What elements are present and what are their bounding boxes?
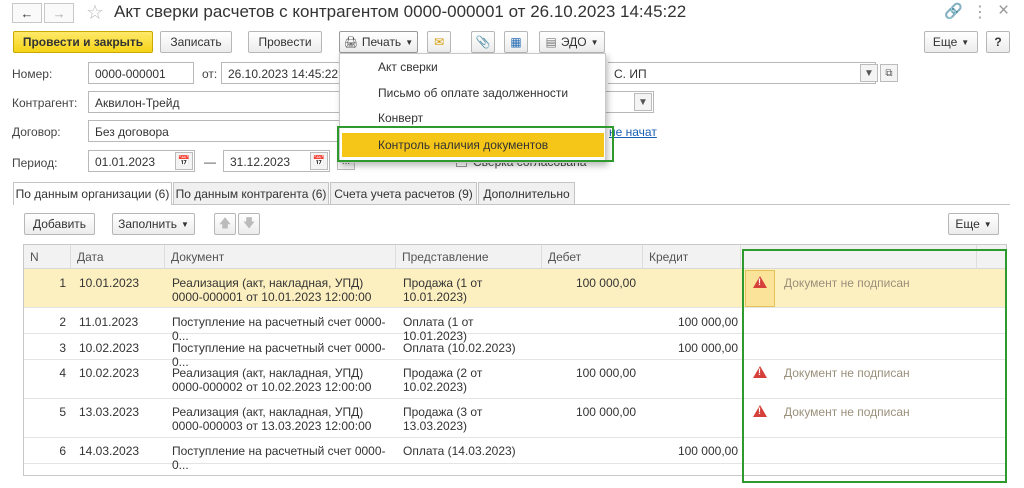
row-date: 14.03.2023 <box>79 444 140 458</box>
organization-field[interactable]: С. ИП <box>608 62 876 84</box>
forward-button[interactable]: → <box>44 3 74 23</box>
fill-label: Заполнить <box>118 217 177 231</box>
move-up-button[interactable]: 🡅 <box>214 213 236 235</box>
highlight-frame-menu <box>337 126 614 162</box>
envelope-icon: ✉ <box>433 35 445 49</box>
row-n: 4 <box>59 366 66 380</box>
table-more-label: Еще <box>955 217 980 231</box>
row-representation: Оплата (14.03.2023) <box>403 444 516 458</box>
row-document: Поступление на расчетный счет 0000-0... <box>172 444 386 472</box>
calendar-icon[interactable]: 📅 <box>175 152 193 170</box>
chevron-down-icon: ▼ <box>405 37 414 47</box>
highlight-frame-status <box>742 249 1007 483</box>
post-and-close-button[interactable]: Провести и закрыть <box>13 31 153 53</box>
row-credit: 100 000,00 <box>677 315 738 329</box>
row-date: 13.03.2023 <box>79 405 140 419</box>
save-button[interactable]: Записать <box>160 31 232 53</box>
row-date: 10.02.2023 <box>79 366 140 380</box>
chevron-down-icon: ▼ <box>961 37 970 47</box>
email-button[interactable]: ✉ <box>427 31 451 53</box>
print-label: Печать <box>361 35 402 49</box>
row-credit: 100 000,00 <box>677 444 738 458</box>
row-credit: 100 000,00 <box>677 341 738 355</box>
col-date[interactable]: Дата <box>71 245 165 269</box>
edo-label: ЭДО <box>560 35 587 49</box>
table-more-button[interactable]: Еще ▼ <box>948 213 999 235</box>
edo-icon: ▤ <box>545 35 557 49</box>
status-link[interactable]: не начат <box>609 125 657 139</box>
row-document: Реализация (акт, накладная, УПД) 0000-00… <box>172 366 372 394</box>
row-date: 10.01.2023 <box>79 276 140 290</box>
period-dash: — <box>204 155 216 169</box>
arrow-up-icon: 🡅 <box>218 215 232 230</box>
row-representation: Продажа (3 от 13.03.2023) <box>403 405 483 433</box>
close-icon[interactable]: × <box>998 0 1009 22</box>
printer-icon: 🖨 <box>343 36 358 49</box>
more-vertical-icon[interactable]: ⋮ <box>972 2 988 22</box>
paperclip-icon: 📎 <box>475 35 491 49</box>
chevron-down-icon: ▼ <box>590 37 599 47</box>
hierarchy-icon: ▦ <box>510 35 522 49</box>
row-representation: Оплата (10.02.2023) <box>403 341 516 355</box>
col-debit[interactable]: Дебет <box>542 245 643 269</box>
counterparty-label: Контрагент: <box>12 96 78 110</box>
back-button[interactable]: ← <box>12 3 42 23</box>
menu-item-payment-letter[interactable]: Письмо об оплате задолженности <box>378 86 568 100</box>
number-field[interactable]: 0000-000001 <box>88 62 194 84</box>
menu-item-act[interactable]: Акт сверки <box>378 60 438 74</box>
help-button[interactable]: ? <box>986 31 1010 53</box>
row-document: Реализация (акт, накладная, УПД) 0000-00… <box>172 276 372 304</box>
add-button[interactable]: Добавить <box>24 213 95 235</box>
date-label: от: <box>202 67 218 81</box>
row-n: 5 <box>59 405 66 419</box>
attach-button[interactable]: 📎 <box>471 31 495 53</box>
row-document: Реализация (акт, накладная, УПД) 0000-00… <box>172 405 372 433</box>
period-label: Период: <box>12 156 58 170</box>
tab-organization[interactable]: По данным организации (6) <box>13 182 172 205</box>
contract-field[interactable]: Без договора <box>88 120 340 142</box>
more-button[interactable]: Еще ▼ <box>924 31 978 53</box>
more-label: Еще <box>932 35 958 49</box>
row-representation: Продажа (1 от 10.01.2023) <box>403 276 483 304</box>
fill-button[interactable]: Заполнить ▼ <box>112 213 195 235</box>
post-button[interactable]: Провести <box>248 31 322 53</box>
tab-counterparty[interactable]: По данным контрагента (6) <box>173 182 329 204</box>
edo-button[interactable]: ▤ ЭДО ▼ <box>539 31 605 53</box>
chevron-down-icon: ▼ <box>983 219 992 229</box>
row-n: 6 <box>59 444 66 458</box>
date-field[interactable]: 26.10.2023 14:45:22 <box>221 62 353 84</box>
arrow-left-icon: ← <box>20 5 34 21</box>
dropdown-icon[interactable]: ▼ <box>860 64 878 82</box>
window-title: Акт сверки расчетов с контрагентом 0000-… <box>114 2 687 21</box>
chevron-down-icon: ▼ <box>181 219 189 229</box>
star-icon[interactable]: ☆ <box>86 0 104 25</box>
row-debit: 100 000,00 <box>575 405 636 419</box>
arrow-down-icon: 🡇 <box>242 215 256 230</box>
menu-item-envelope[interactable]: Конверт <box>378 111 423 125</box>
row-n: 1 <box>59 276 66 290</box>
col-n[interactable]: N <box>24 245 71 269</box>
col-representation[interactable]: Представление <box>396 245 542 269</box>
open-icon[interactable]: ⧉ <box>880 64 898 82</box>
row-debit: 100 000,00 <box>575 276 636 290</box>
structure-button[interactable]: ▦ <box>504 31 528 53</box>
dropdown-icon[interactable]: ▼ <box>634 93 652 111</box>
print-button[interactable]: 🖨 Печать ▼ <box>339 31 418 53</box>
tab-additional[interactable]: Дополнительно <box>478 182 575 204</box>
col-document[interactable]: Документ <box>165 245 396 269</box>
tab-accounts[interactable]: Счета учета расчетов (9) <box>330 182 477 204</box>
contract-label: Договор: <box>12 125 61 139</box>
row-representation: Продажа (2 от 10.02.2023) <box>403 366 483 394</box>
row-date: 10.02.2023 <box>79 341 140 355</box>
number-label: Номер: <box>12 67 53 81</box>
col-credit[interactable]: Кредит <box>643 245 741 269</box>
row-n: 3 <box>59 341 66 355</box>
move-down-button[interactable]: 🡇 <box>238 213 260 235</box>
row-n: 2 <box>59 315 66 329</box>
calendar-icon[interactable]: 📅 <box>310 152 328 170</box>
row-date: 11.01.2023 <box>79 315 139 329</box>
arrow-right-icon: → <box>52 5 66 21</box>
row-debit: 100 000,00 <box>575 366 636 380</box>
link-icon[interactable]: 🔗 <box>944 2 963 20</box>
